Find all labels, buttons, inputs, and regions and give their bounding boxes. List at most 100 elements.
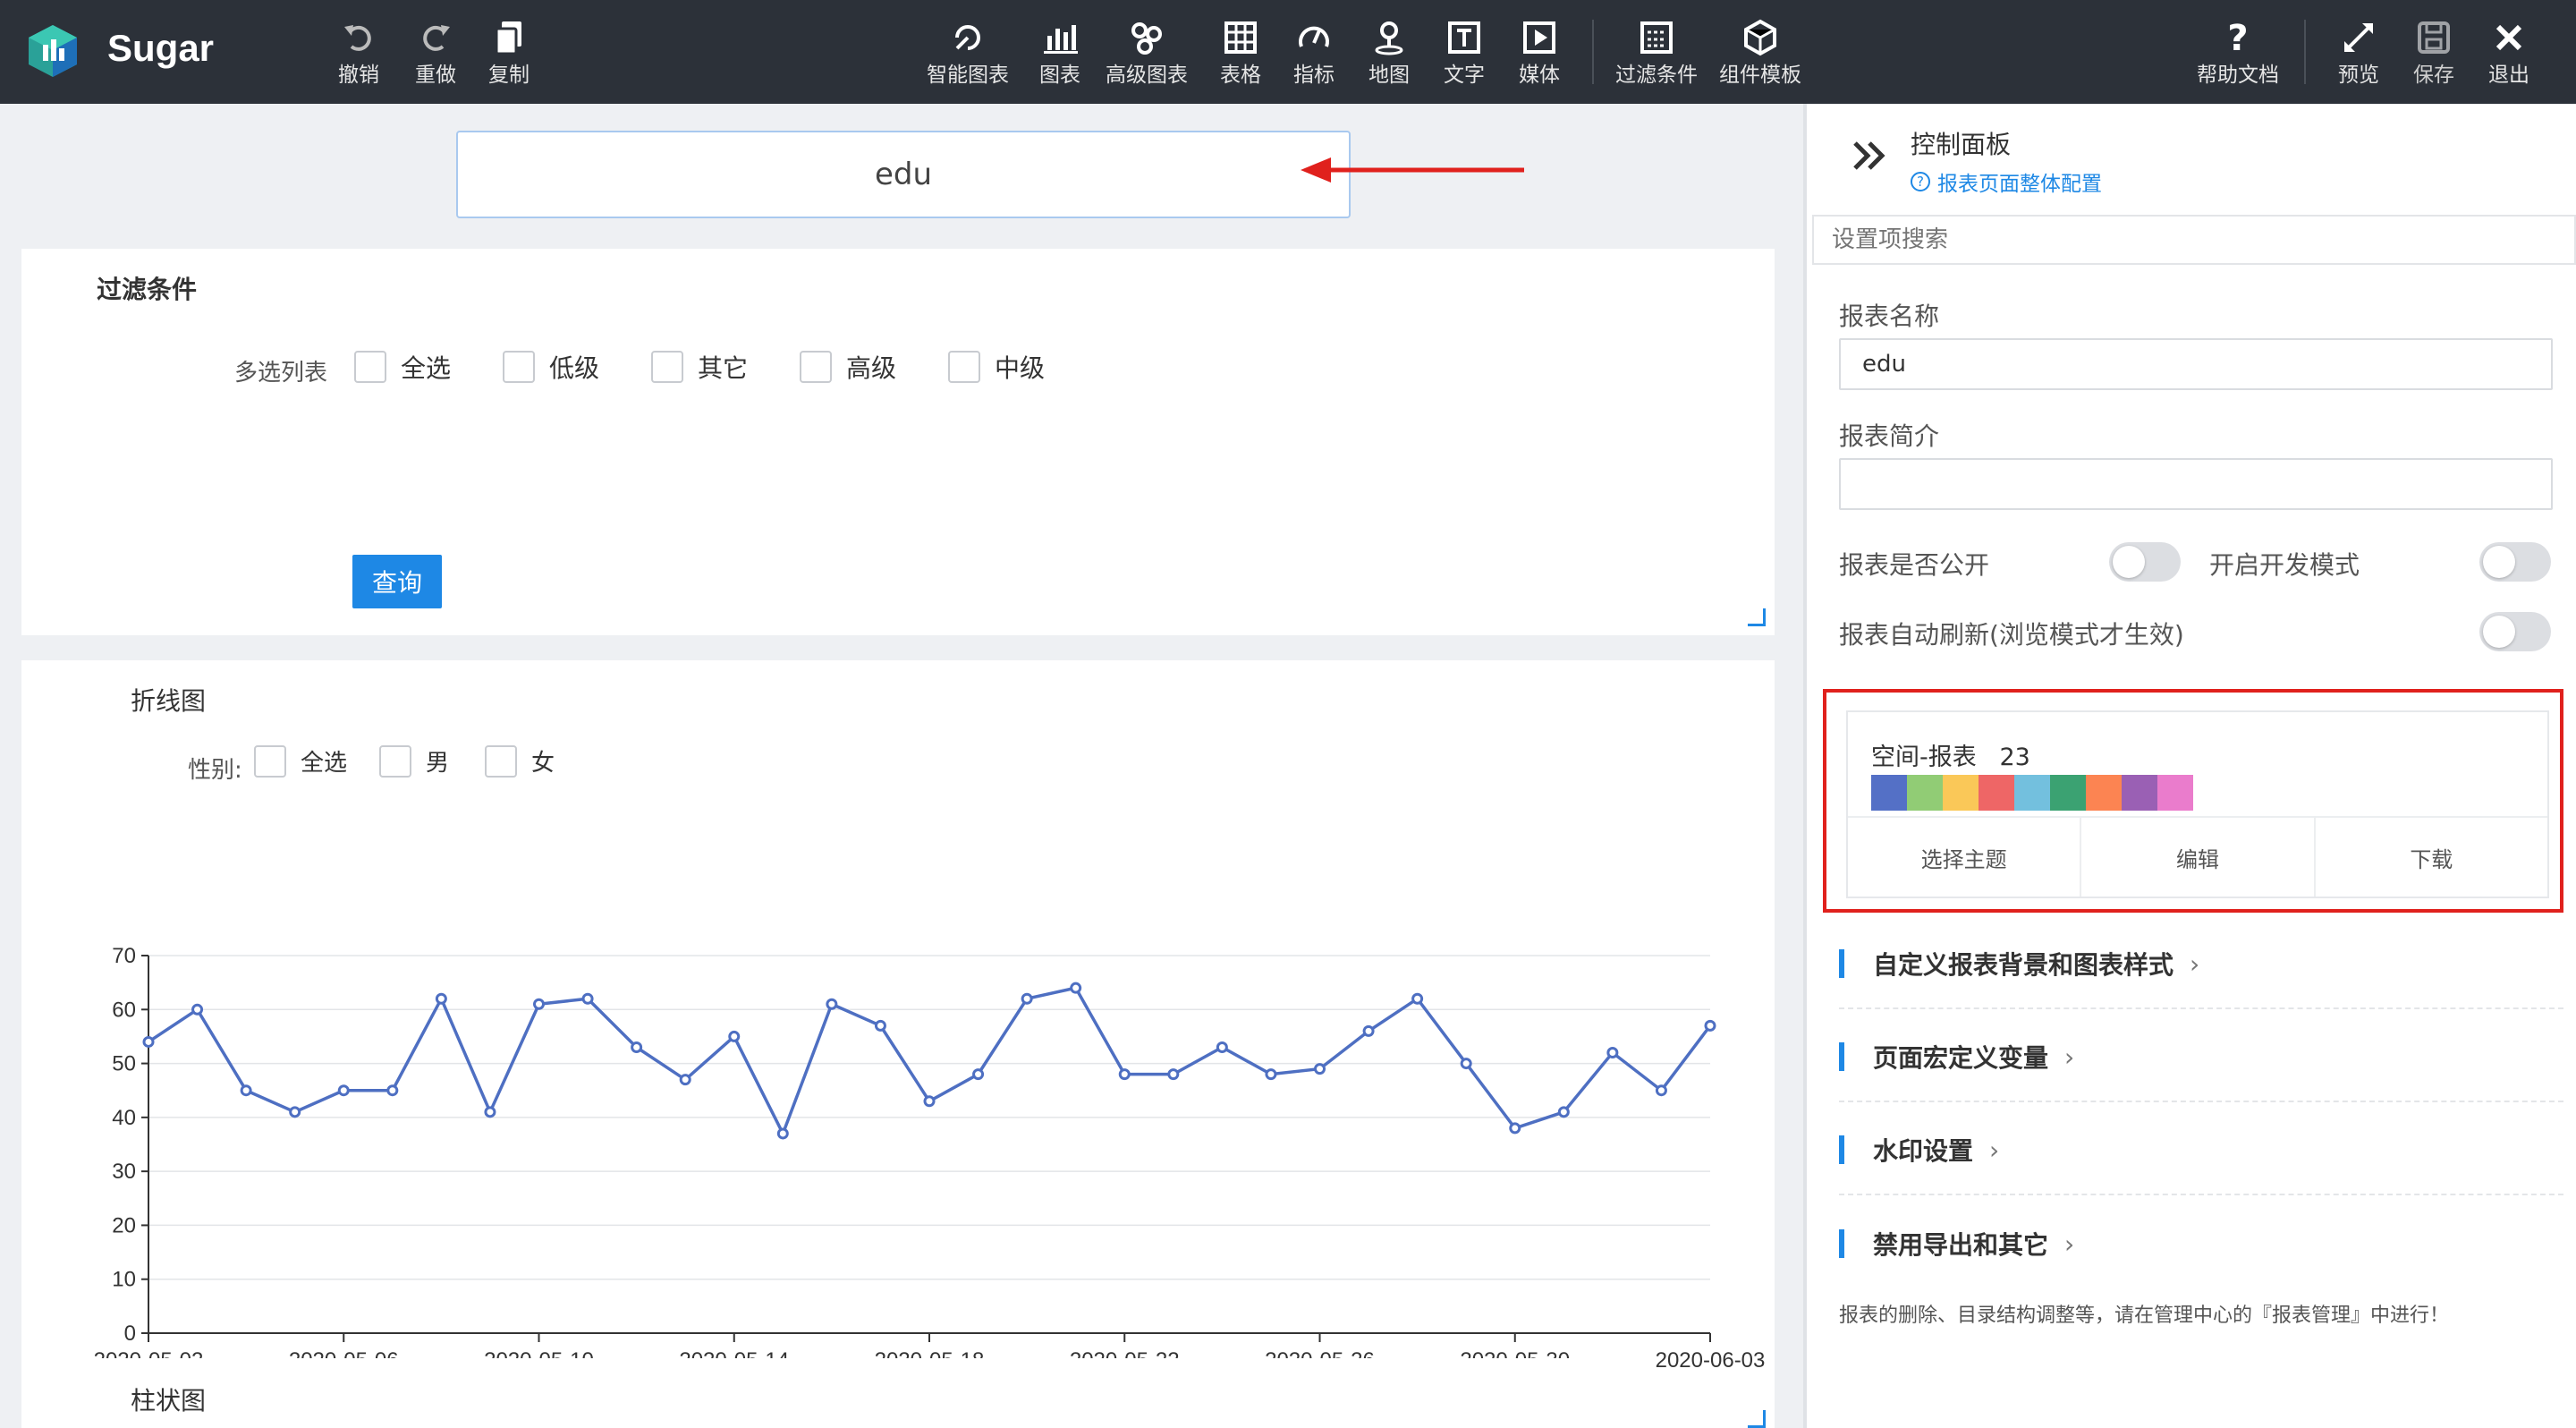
table-button[interactable]: 表格 (1220, 18, 1261, 93)
data-point[interactable] (1265, 1068, 1277, 1081)
undo-button[interactable]: 撤销 (338, 18, 379, 93)
data-point[interactable] (191, 1003, 204, 1016)
resize-handle[interactable] (1748, 1410, 1766, 1428)
data-point[interactable] (1021, 992, 1033, 1005)
data-point[interactable] (1460, 1058, 1472, 1070)
filter-option-other[interactable]: 其它 (651, 349, 748, 385)
multi-select-label: 多选列表 (234, 360, 328, 387)
edit-theme-button[interactable]: 编辑 (2080, 818, 2313, 897)
help-label: 帮助文档 (2197, 64, 2279, 87)
theme-color-swatches (1871, 775, 2193, 811)
data-point[interactable] (1655, 1084, 1667, 1097)
dev-mode-toggle[interactable] (2479, 542, 2551, 582)
data-point[interactable] (289, 1106, 301, 1118)
section-macro-variables[interactable]: 页面宏定义变量 › (1839, 1013, 2563, 1102)
download-theme-button[interactable]: 下载 (2313, 818, 2547, 897)
page-config-link-label: 报表页面整体配置 (1937, 173, 2102, 196)
filter-option-label: 低级 (549, 353, 600, 383)
data-point[interactable] (1118, 1068, 1131, 1081)
filter-button[interactable]: 过滤条件 (1615, 18, 1698, 93)
data-point[interactable] (1314, 1063, 1326, 1075)
map-button[interactable]: 地图 (1368, 18, 1410, 93)
data-point[interactable] (581, 992, 594, 1005)
save-icon (2418, 21, 2450, 54)
y-tick-label: 20 (112, 1213, 136, 1237)
media-label: 媒体 (1519, 64, 1560, 87)
resize-handle[interactable] (1748, 608, 1766, 626)
exit-button[interactable]: 退出 (2488, 18, 2529, 93)
template-button[interactable]: 组件模板 (1719, 18, 1801, 93)
report-title-box[interactable]: edu (456, 131, 1351, 218)
auto-refresh-toggle[interactable] (2479, 612, 2551, 651)
filter-option-high[interactable]: 高级 (800, 349, 896, 385)
collapse-panel-icon[interactable] (1850, 136, 1889, 175)
data-point[interactable] (533, 998, 545, 1010)
settings-search-input[interactable] (1812, 215, 2576, 265)
data-point[interactable] (923, 1095, 936, 1108)
filter-option-low[interactable]: 低级 (503, 349, 599, 385)
select-theme-button[interactable]: 选择主题 (1848, 818, 2080, 897)
data-point[interactable] (337, 1084, 350, 1097)
red-arrow-annotation (1301, 157, 1524, 183)
copy-label: 复制 (488, 64, 530, 87)
checkbox[interactable] (503, 351, 535, 383)
save-button[interactable]: 保存 (2413, 18, 2454, 93)
theme-swatch-2 (1907, 775, 1943, 811)
public-toggle[interactable] (2109, 542, 2181, 582)
data-point[interactable] (728, 1030, 741, 1042)
checkbox[interactable] (651, 351, 683, 383)
smart-chart-button[interactable]: 智能图表 (927, 18, 1009, 93)
filter-option-all[interactable]: 全选 (354, 349, 451, 385)
media-button[interactable]: 媒体 (1519, 18, 1560, 93)
data-point[interactable] (142, 1035, 155, 1048)
redo-button[interactable]: 重做 (415, 18, 456, 93)
theme-swatch-1 (1871, 775, 1907, 811)
help-button[interactable]: ? 帮助文档 (2197, 18, 2279, 93)
data-point[interactable] (1167, 1068, 1180, 1081)
section-marker (1839, 949, 1844, 978)
chart-button[interactable]: 图表 (1039, 18, 1080, 93)
section-disable-export[interactable]: 禁用导出和其它 › (1839, 1199, 2563, 1288)
checkbox[interactable] (948, 351, 980, 383)
data-point[interactable] (1704, 1019, 1716, 1032)
data-point[interactable] (484, 1106, 496, 1118)
data-point[interactable] (776, 1127, 789, 1140)
data-point[interactable] (631, 1041, 643, 1053)
control-panel: 控制面板 ? 报表页面整体配置 报表名称 edu 报表简介 报表是否公开 开启开… (1803, 104, 2576, 1428)
data-point[interactable] (1557, 1106, 1570, 1118)
data-point[interactable] (1509, 1122, 1521, 1135)
data-point[interactable] (826, 998, 838, 1010)
data-point[interactable] (874, 1019, 886, 1032)
close-icon (2496, 24, 2522, 51)
data-point[interactable] (1216, 1041, 1228, 1053)
theme-highlight-box: 空间-报表 23 选择主题 编辑 下载 (1823, 689, 2563, 913)
section-marker (1839, 1229, 1844, 1258)
data-point[interactable] (1362, 1024, 1375, 1037)
report-name-input[interactable]: edu (1839, 338, 2553, 390)
preview-label: 预览 (2338, 64, 2379, 87)
data-point[interactable] (1606, 1047, 1619, 1059)
checkbox[interactable] (800, 351, 832, 383)
text-button[interactable]: 文字 (1444, 18, 1485, 93)
data-point[interactable] (679, 1074, 691, 1086)
copy-button[interactable]: 复制 (488, 18, 530, 93)
filter-option-mid[interactable]: 中级 (948, 349, 1045, 385)
data-point[interactable] (972, 1068, 985, 1081)
metric-button[interactable]: 指标 (1293, 18, 1335, 93)
report-desc-input[interactable] (1839, 458, 2553, 510)
preview-button[interactable]: 预览 (2338, 18, 2379, 93)
data-point[interactable] (1411, 992, 1424, 1005)
data-point[interactable] (386, 1084, 399, 1097)
advanced-chart-button[interactable]: 高级图表 (1106, 18, 1188, 93)
section-watermark[interactable]: 水印设置 › (1839, 1106, 2563, 1195)
section-custom-style[interactable]: 自定义报表背景和图表样式 › (1839, 920, 2563, 1009)
data-point[interactable] (1070, 982, 1082, 994)
data-point[interactable] (435, 992, 447, 1005)
metric-label: 指标 (1293, 64, 1335, 87)
page-config-link[interactable]: ? 报表页面整体配置 (1911, 166, 2102, 197)
y-tick-label: 50 (112, 1052, 136, 1076)
checkbox[interactable] (354, 351, 386, 383)
data-point[interactable] (240, 1084, 252, 1097)
query-button[interactable]: 查询 (352, 555, 442, 608)
filter-option-label: 全选 (401, 353, 452, 383)
